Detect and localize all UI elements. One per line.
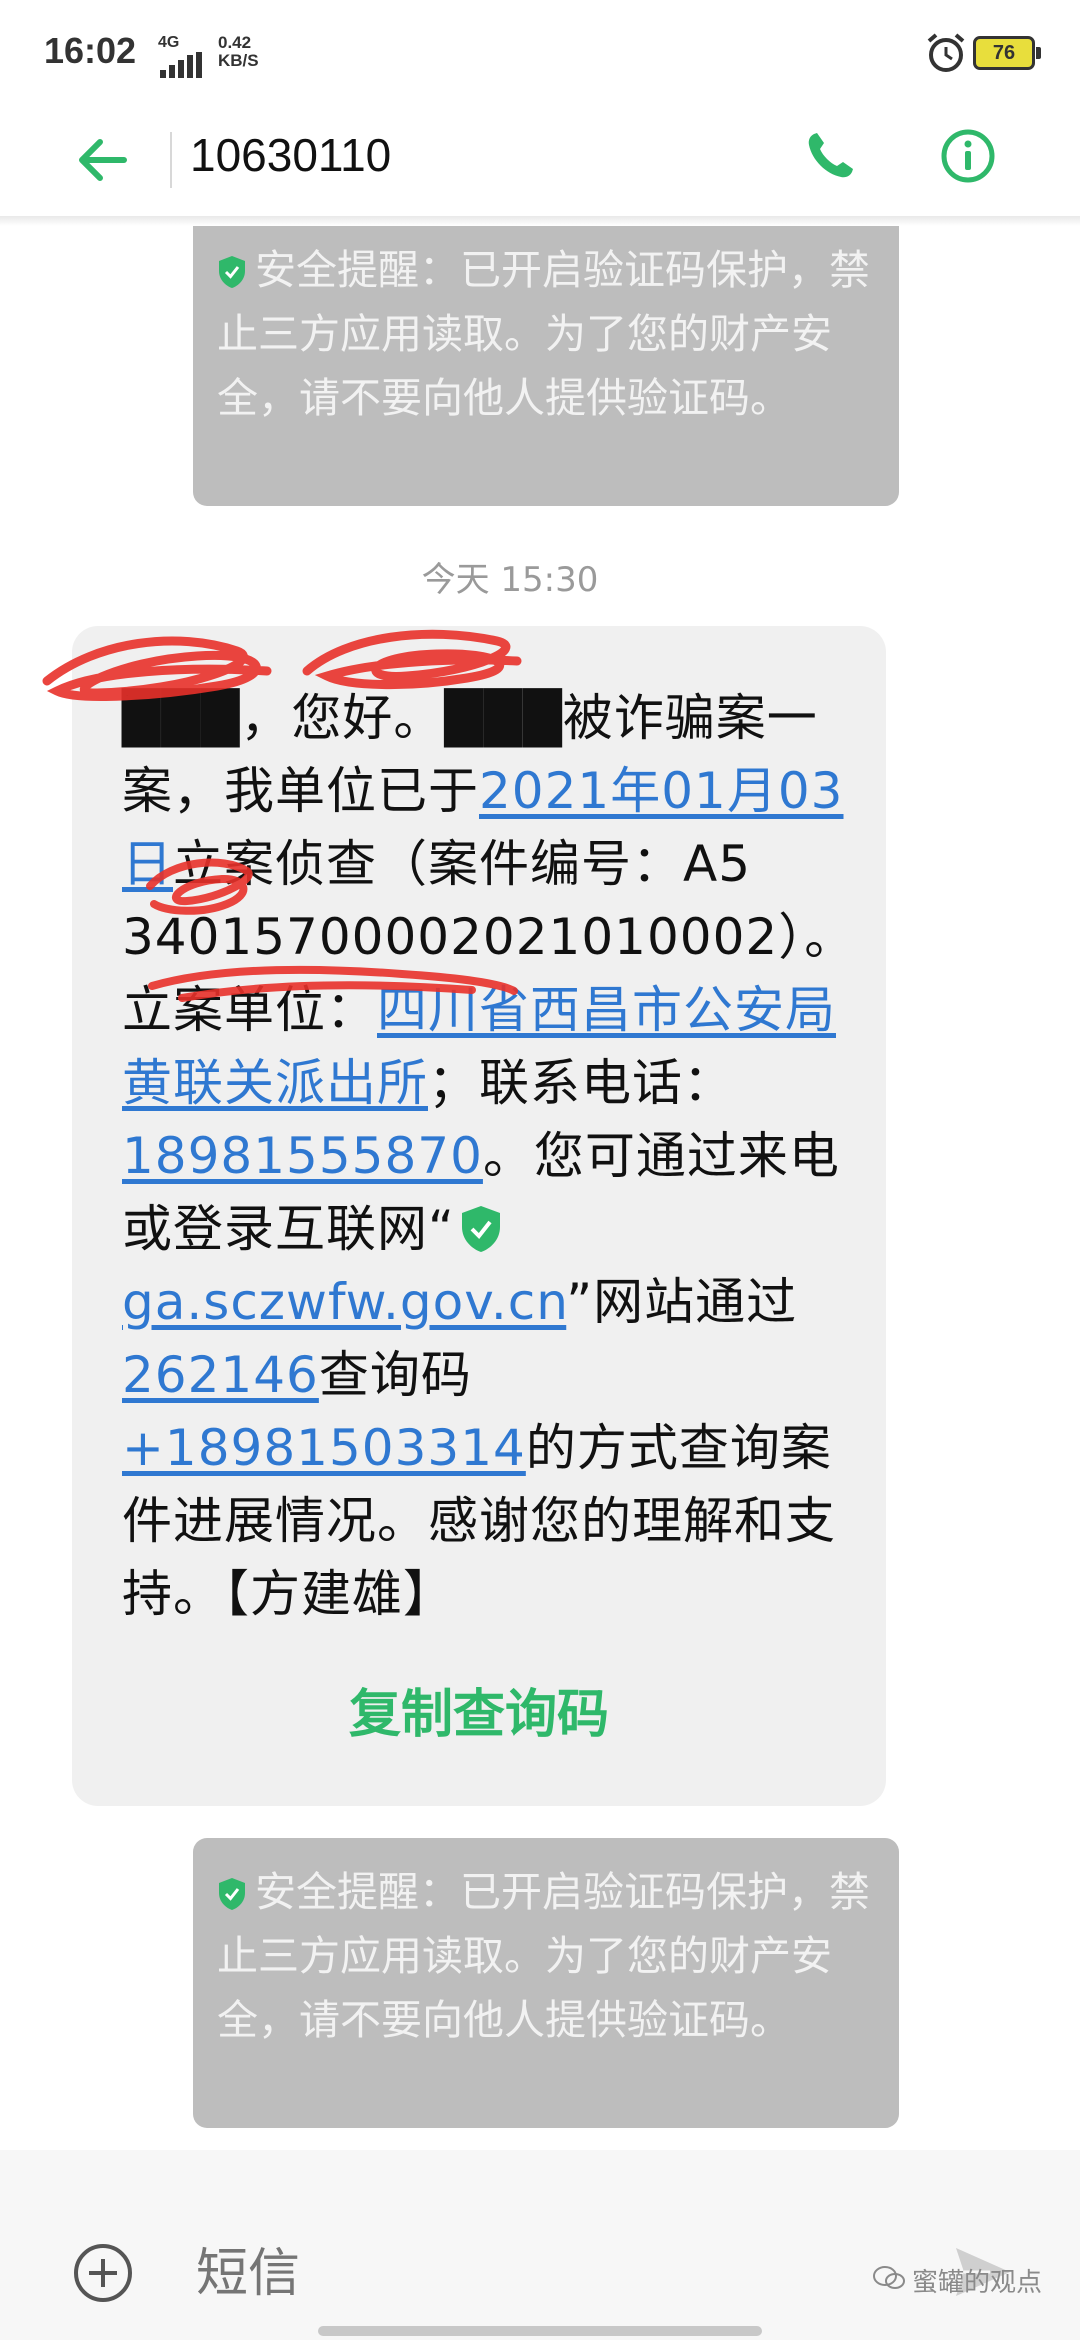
query-phone-link[interactable]: +18981503314: [122, 1419, 526, 1477]
contact-number: 10630110: [190, 129, 392, 181]
message-text: ；联系电话：: [428, 1054, 734, 1112]
security-notice-bottom: 安全提醒：已开启验证码保护，禁止三方应用读取。为了您的财产安全，请不要向他人提供…: [193, 1838, 899, 2128]
status-bar: 16:02 4G 0.42 KB/S 76: [0, 0, 1080, 110]
redacted-victim: ███: [444, 689, 563, 747]
redacted-name: ███: [122, 689, 241, 747]
query-code-link[interactable]: 262146: [122, 1346, 319, 1404]
speed-value: 0.42: [218, 33, 252, 52]
security-notice-top: 安全提醒：已开启验证码保护，禁止三方应用读取。为了您的财产安全，请不要向他人提供…: [193, 226, 899, 506]
conversation-header: 10630110: [0, 110, 1080, 220]
clock: 16:02: [44, 30, 137, 71]
battery-indicator: 76: [973, 36, 1041, 70]
verified-shield-icon: [461, 1206, 500, 1252]
network-speed: 0.42 KB/S: [218, 34, 259, 70]
phone-icon[interactable]: [800, 126, 860, 186]
case-number: 34015700002021010002: [122, 908, 779, 966]
message-text: ”网站通过: [566, 1273, 798, 1331]
info-icon[interactable]: [938, 126, 998, 186]
speed-unit: KB/S: [218, 51, 259, 70]
message-text: ，您好。: [240, 689, 445, 747]
alarm-icon: [927, 33, 965, 72]
message-timestamp: 今天 15:30: [421, 560, 599, 600]
compose-bar: [0, 2150, 1080, 2340]
plus-circle-icon[interactable]: [72, 2242, 134, 2304]
header-divider: [170, 132, 172, 188]
message-body: ███，您好。███被诈骗案一案，我单位已于2021年01月03日立案侦查（案件…: [122, 682, 854, 1631]
shield-check-icon: [219, 1878, 245, 1910]
security-notice-text: 安全提醒：已开启验证码保护，禁止三方应用读取。为了您的财产安全，请不要向他人提供…: [217, 246, 870, 422]
sms-input[interactable]: [196, 2234, 896, 2314]
arrow-left-icon[interactable]: [72, 130, 132, 190]
copy-query-code-button[interactable]: 复制查询码: [72, 1672, 886, 1747]
message-text: 查询码: [318, 1346, 472, 1404]
header-shadow: [0, 216, 1080, 226]
redacted-case-prefix: A5: [683, 835, 752, 893]
security-notice-text: 安全提醒：已开启验证码保护，禁止三方应用读取。为了您的财产安全，请不要向他人提供…: [217, 1868, 870, 2044]
signal-icon: [160, 52, 202, 78]
message-bubble[interactable]: ███，您好。███被诈骗案一案，我单位已于2021年01月03日立案侦查（案件…: [42, 626, 886, 1806]
watermark-text: 蜜罐的观点: [912, 2268, 1043, 2298]
home-indicator[interactable]: [318, 2326, 762, 2336]
wechat-logo-icon: [873, 2266, 905, 2289]
message-text: 立案侦查（案件编号：: [173, 835, 683, 893]
network-type: 4G: [158, 34, 180, 51]
phone-link[interactable]: 18981555870: [122, 1127, 483, 1185]
shield-check-icon: [219, 256, 245, 288]
website-link[interactable]: ga.sczwfw.gov.cn: [122, 1273, 566, 1331]
